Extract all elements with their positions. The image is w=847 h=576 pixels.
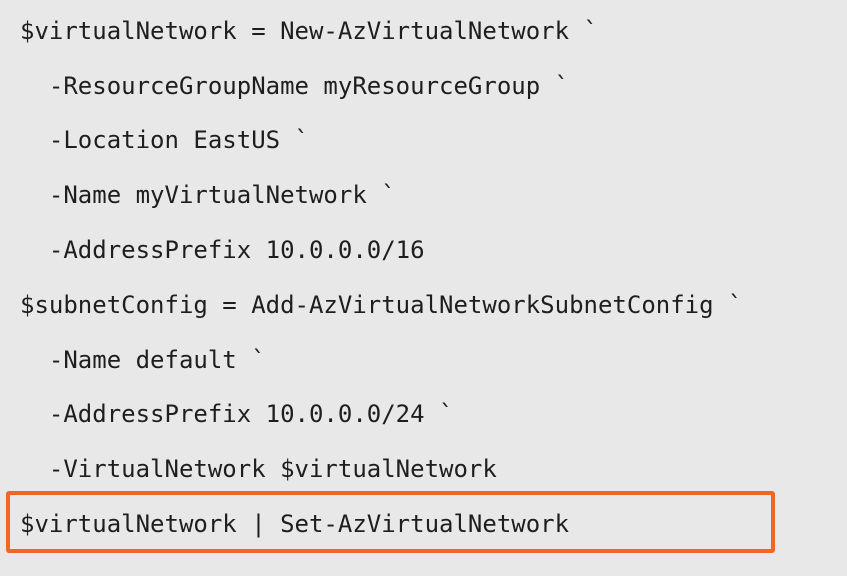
code-line: -VirtualNetwork $virtualNetwork	[20, 455, 497, 483]
code-line: -Name default `	[20, 346, 266, 374]
highlighted-code-line: $virtualNetwork | Set-AzVirtualNetwork	[20, 510, 570, 538]
code-line: -AddressPrefix 10.0.0.0/24 `	[20, 400, 454, 428]
code-line: -AddressPrefix 10.0.0.0/16	[20, 236, 425, 264]
code-line: -ResourceGroupName myResourceGroup `	[20, 72, 570, 100]
code-block: $virtualNetwork = New-AzVirtualNetwork `…	[0, 0, 847, 576]
code-line: -Location EastUS `	[20, 126, 309, 154]
code-line: $subnetConfig = Add-AzVirtualNetworkSubn…	[20, 291, 743, 319]
code-line: -Name myVirtualNetwork `	[20, 181, 396, 209]
code-line: $virtualNetwork = New-AzVirtualNetwork `	[20, 17, 598, 45]
